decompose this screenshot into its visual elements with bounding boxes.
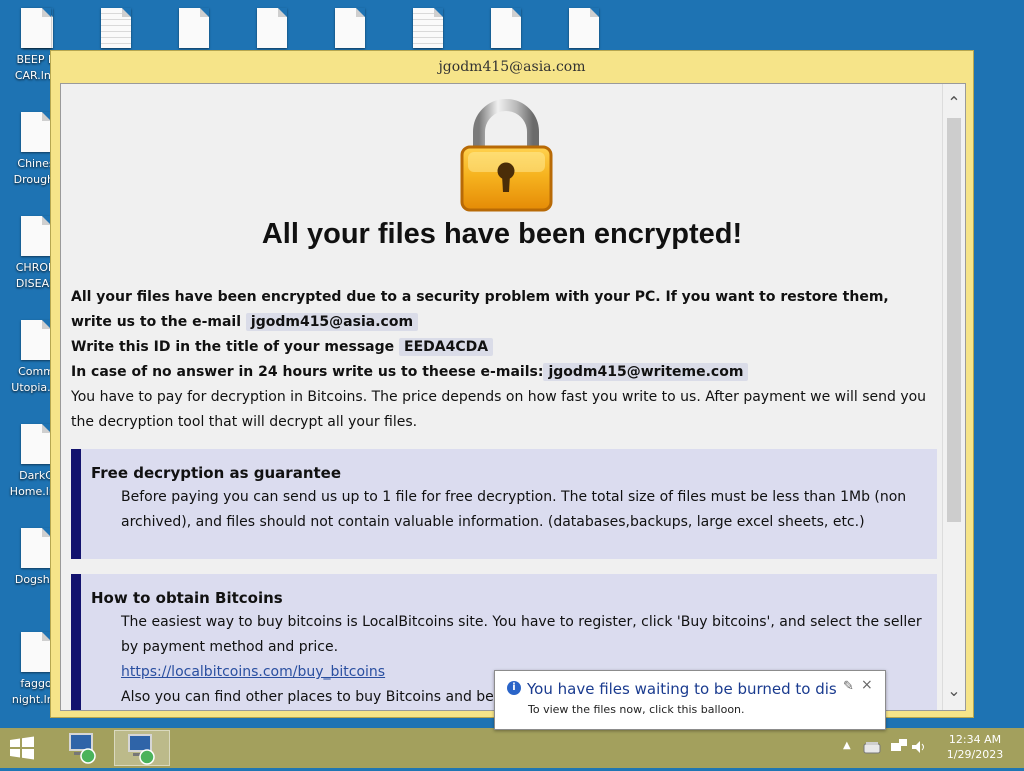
intro-text: All your files have been encrypted due t… <box>71 289 889 330</box>
taskbar: ▲ 12:34 AM 1/29/2023 <box>0 728 1024 768</box>
info-icon: i <box>507 681 521 695</box>
computer-app-icon <box>69 733 96 764</box>
desktop-icon[interactable] <box>388 8 468 52</box>
taskbar-app-button-active[interactable] <box>114 730 170 766</box>
scroll-thumb[interactable] <box>947 118 961 522</box>
volume-icon[interactable] <box>910 738 928 756</box>
document-icon <box>101 8 131 48</box>
scroll-up-icon[interactable]: ⌃ <box>943 92 965 114</box>
notification-title: You have files waiting to be burned to d… <box>527 680 837 698</box>
id-paragraph: Write this ID in the title of your messa… <box>71 335 931 360</box>
note-content-frame: All your files have been encrypted! All … <box>60 83 966 711</box>
pin-icon[interactable]: ✎ <box>843 679 854 694</box>
backup-contact-paragraph: In case of no answer in 24 hours write u… <box>71 360 931 385</box>
network-icon[interactable] <box>890 738 908 756</box>
desktop-icon[interactable] <box>76 8 156 52</box>
document-icon <box>257 8 287 48</box>
no-answer-text: In case of no answer in 24 hours write u… <box>71 364 544 380</box>
system-tray: ▲ <box>840 728 928 768</box>
document-icon <box>21 424 51 464</box>
desktop-icon[interactable] <box>154 8 234 52</box>
bitcoin-more-text: Also you can find other places to buy Bi… <box>121 689 533 705</box>
guarantee-text: Before paying you can send us up to 1 fi… <box>121 489 907 530</box>
clock-time: 12:34 AM <box>948 733 1002 746</box>
document-icon <box>491 8 521 48</box>
computer-app-icon <box>128 734 155 765</box>
document-icon <box>21 216 51 256</box>
document-icon <box>21 320 51 360</box>
burn-files-notification[interactable]: i You have files waiting to be burned to… <box>494 670 886 730</box>
document-icon <box>21 112 51 152</box>
clock-date: 1/29/2023 <box>946 748 1004 761</box>
window-title: jgodm415@asia.com <box>438 59 586 75</box>
desktop-icon[interactable] <box>310 8 390 52</box>
contact-email[interactable]: jgodm415@asia.com <box>245 313 419 331</box>
padlock-icon <box>460 99 553 212</box>
disc-burner-icon[interactable] <box>862 737 882 757</box>
guarantee-title: Free decryption as guarantee <box>91 464 342 482</box>
desktop-icon[interactable] <box>466 8 546 52</box>
ransom-note-window: jgodm415@asia.com All your files have be… <box>50 50 974 718</box>
desktop-icon[interactable] <box>232 8 312 52</box>
close-icon[interactable]: × <box>861 677 873 693</box>
bitcoin-title: How to obtain Bitcoins <box>91 589 283 607</box>
backup-email[interactable]: jgodm415@writeme.com <box>543 363 749 381</box>
intro-paragraph: All your files have been encrypted due t… <box>71 285 931 335</box>
taskbar-app-button[interactable] <box>56 730 112 766</box>
victim-id[interactable]: EEDA4CDA <box>399 338 494 356</box>
document-icon <box>569 8 599 48</box>
desktop-icon[interactable] <box>544 8 624 52</box>
document-icon <box>413 8 443 48</box>
note-content: All your files have been encrypted! All … <box>61 84 943 710</box>
guarantee-section: Free decryption as guarantee Before payi… <box>71 449 937 559</box>
start-button[interactable] <box>8 736 36 760</box>
headline: All your files have been encrypted! <box>261 218 743 250</box>
document-icon <box>335 8 365 48</box>
bitcoin-instructions: The easiest way to buy bitcoins is Local… <box>121 614 922 655</box>
clock[interactable]: 12:34 AM 1/29/2023 <box>930 732 1020 762</box>
payment-paragraph: You have to pay for decryption in Bitcoi… <box>71 389 927 430</box>
id-instruction: Write this ID in the title of your messa… <box>71 339 395 355</box>
notification-text: To view the files now, click this balloo… <box>528 703 745 716</box>
document-icon <box>21 632 51 672</box>
document-icon <box>21 8 51 48</box>
document-icon <box>21 528 51 568</box>
localbitcoins-link[interactable]: https://localbitcoins.com/buy_bitcoins <box>121 664 385 680</box>
scroll-down-icon[interactable]: ⌄ <box>943 680 965 702</box>
show-hidden-icons-icon[interactable]: ▲ <box>843 740 851 751</box>
vertical-scrollbar[interactable]: ⌃ ⌄ <box>942 84 965 710</box>
document-icon <box>179 8 209 48</box>
